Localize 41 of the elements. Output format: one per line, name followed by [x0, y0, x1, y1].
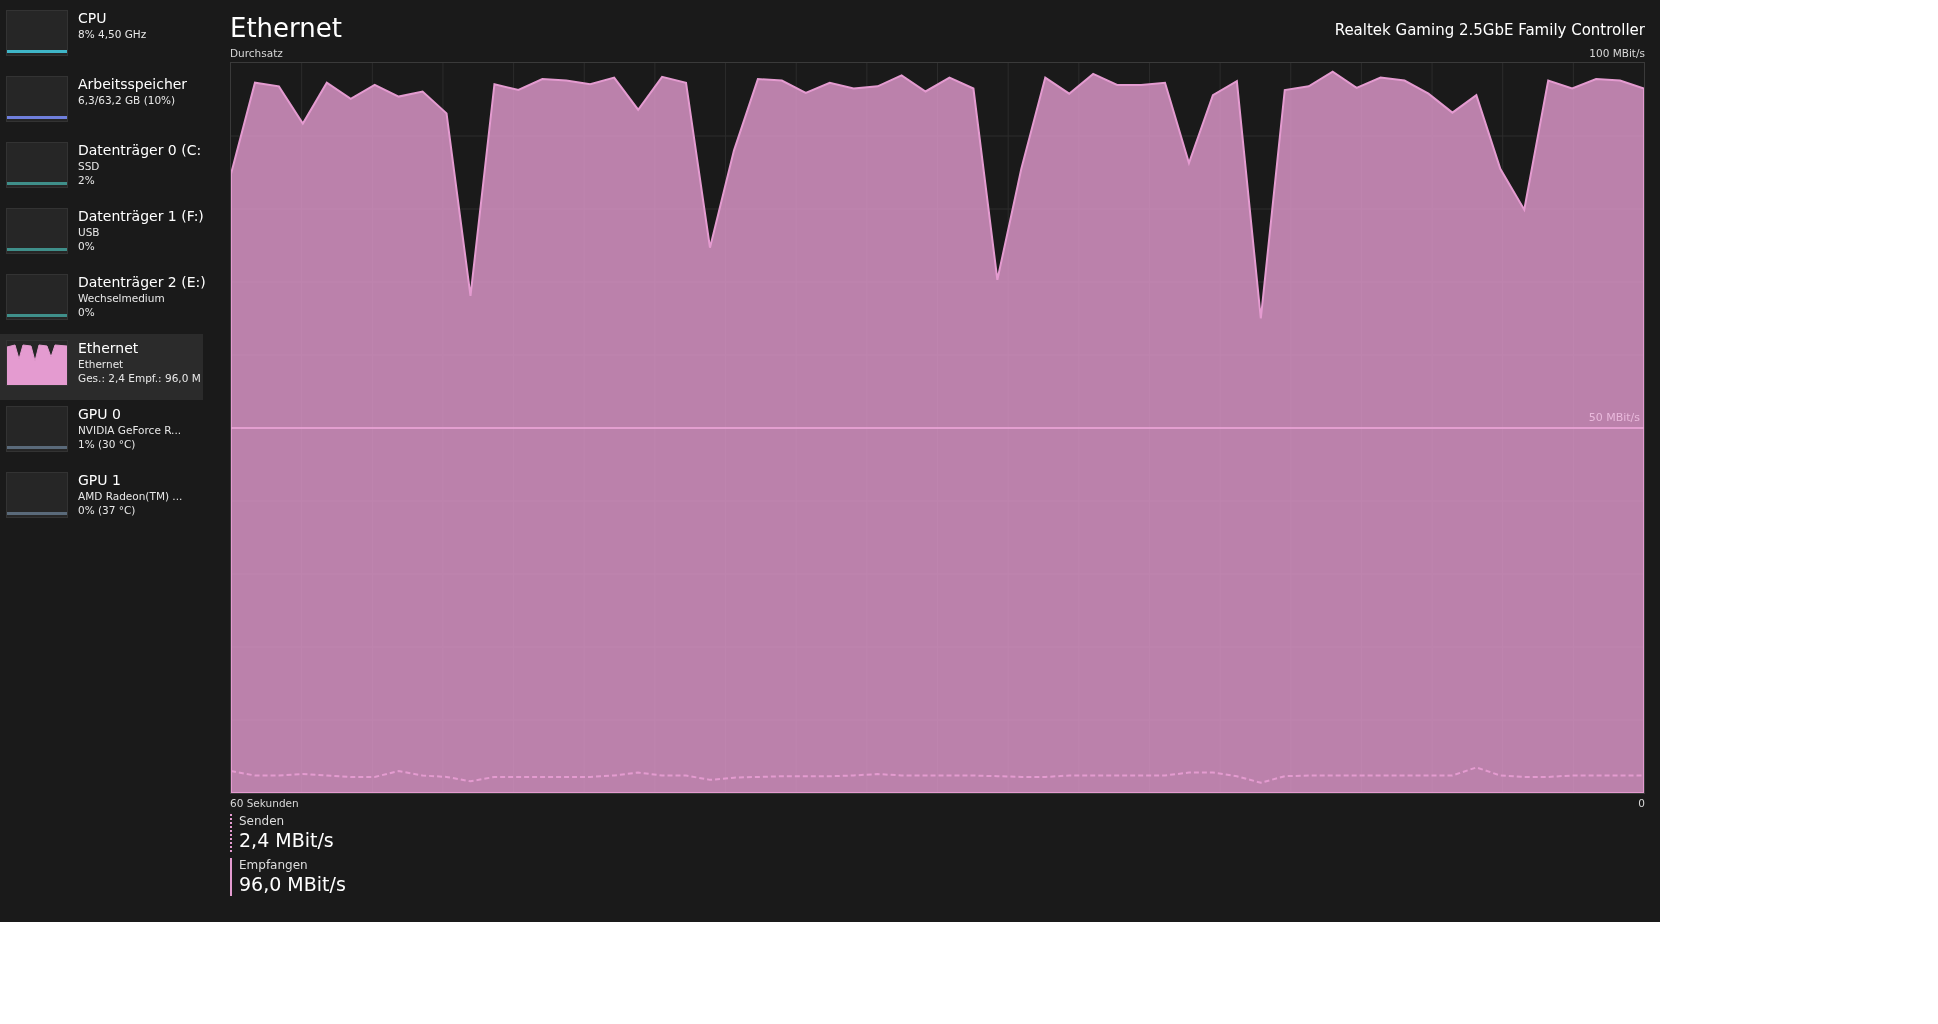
sidebar-item[interactable]: GPU 0 NVIDIA GeForce R... 1% (30 °C)	[0, 400, 203, 466]
sidebar-item[interactable]: CPU 8% 4,50 GHz	[0, 4, 203, 70]
item-detail: Ges.: 2,4 Empf.: 96,0 M	[78, 371, 201, 385]
item-detail: 6,3/63,2 GB (10%)	[78, 93, 177, 107]
item-name: GPU 0	[78, 406, 122, 423]
sidebar-item[interactable]: Datenträger 2 (E:) Wechselmedium 0%	[0, 268, 203, 334]
item-detail: USB	[78, 225, 101, 239]
item-detail: 0%	[78, 239, 96, 253]
scale-mid-label: 50 MBit/s	[1588, 411, 1640, 424]
item-detail: 8% 4,50 GHz	[78, 27, 147, 41]
item-name: Arbeitsspeicher	[78, 76, 188, 93]
sidebar-item[interactable]: Datenträger 0 (C: SSD 2%	[0, 136, 203, 202]
item-detail: 2%	[78, 173, 96, 187]
graph-label: Durchsatz	[230, 47, 283, 59]
item-name: GPU 1	[78, 472, 122, 489]
sidebar-item[interactable]: Ethernet Ethernet Ges.: 2,4 Empf.: 96,0 M	[0, 334, 203, 400]
scale-max-label: 100 MBit/s	[1589, 47, 1645, 59]
item-detail: NVIDIA GeForce R...	[78, 423, 182, 437]
item-name: CPU	[78, 10, 108, 27]
item-detail: SSD	[78, 159, 101, 173]
item-detail: 0% (37 °C)	[78, 503, 137, 517]
item-name: Datenträger 0 (C:	[78, 142, 202, 159]
item-detail: Ethernet	[78, 357, 125, 371]
sidebar-item[interactable]: GPU 1 AMD Radeon(TM) ... 0% (37 °C)	[0, 466, 203, 532]
legend-label: Senden	[239, 814, 286, 828]
legend-label: Empfangen	[239, 858, 309, 872]
item-name: Datenträger 1 (F:)	[78, 208, 203, 225]
item-detail: Wechselmedium	[78, 291, 166, 305]
item-name: Ethernet	[78, 340, 140, 357]
legend-value: 96,0 MBit/s	[239, 872, 347, 896]
item-name: Datenträger 2 (E:)	[78, 274, 203, 291]
time-end-label: 0	[1638, 797, 1645, 809]
page-title: Ethernet	[230, 12, 342, 44]
sidebar-item[interactable]: Arbeitsspeicher 6,3/63,2 GB (10%)	[0, 70, 203, 136]
item-detail: AMD Radeon(TM) ...	[78, 489, 183, 503]
item-detail: 1% (30 °C)	[78, 437, 137, 451]
item-detail: 0%	[78, 305, 96, 319]
sidebar-item[interactable]: Datenträger 1 (F:) USB 0%	[0, 202, 203, 268]
device-name: Realtek Gaming 2.5GbE Family Controller	[1334, 20, 1645, 41]
time-span-label: 60 Sekunden	[230, 797, 299, 809]
legend-value: 2,4 MBit/s	[239, 828, 335, 852]
